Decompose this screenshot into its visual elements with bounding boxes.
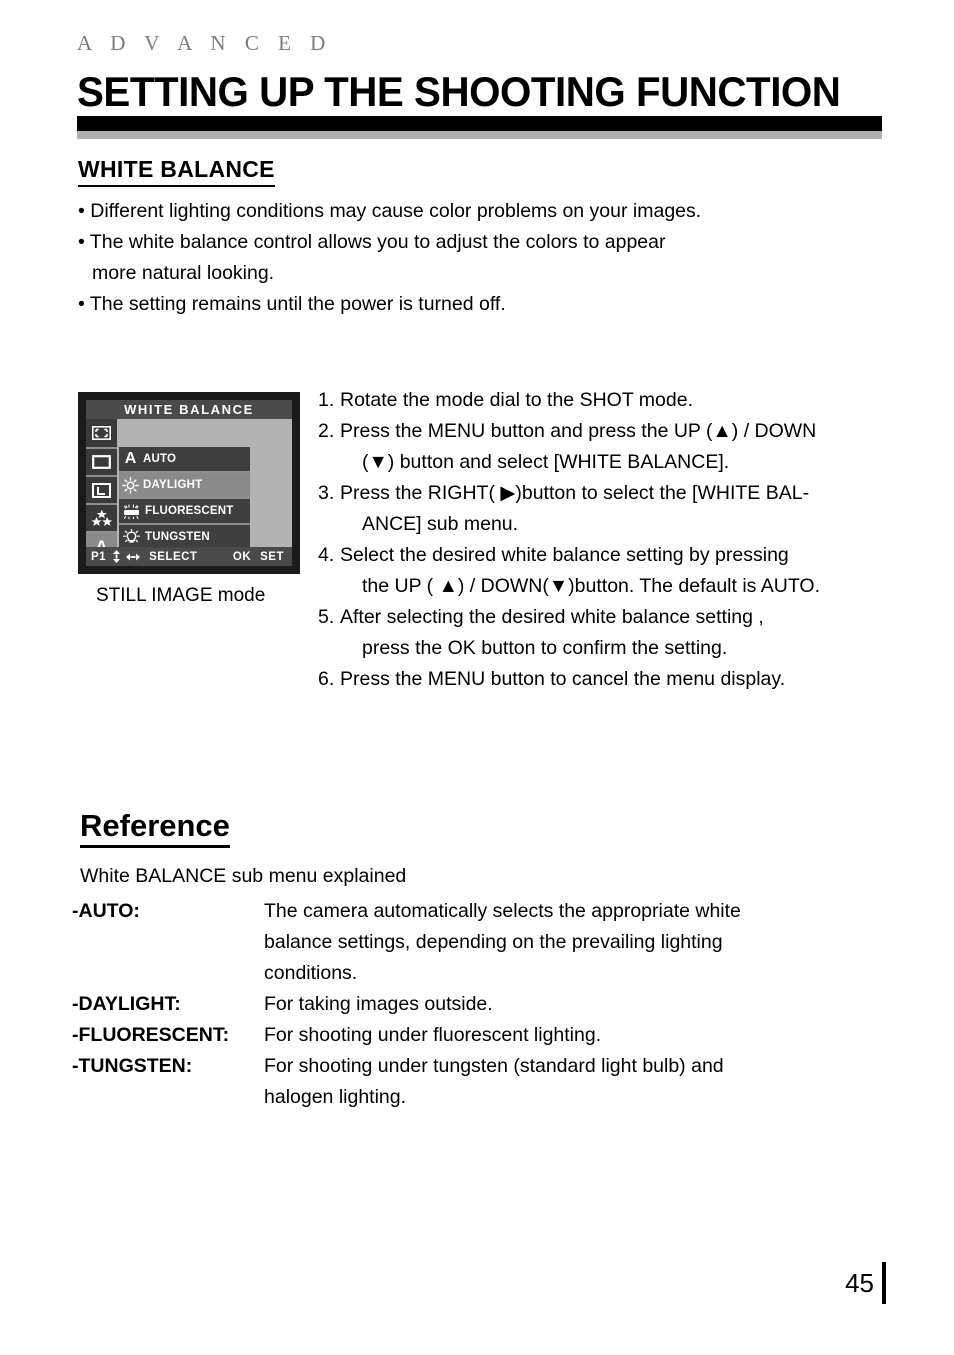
lcd-menu-item-label: DAYLIGHT	[143, 479, 203, 491]
reference-intro: White BALANCE sub menu explained	[80, 865, 407, 887]
step-text: After selecting the desired white balanc…	[340, 602, 898, 664]
lcd-footer-bar: P1 SELECT OK SET	[86, 547, 292, 566]
step-number: 6.	[318, 668, 335, 690]
page-number-rule	[882, 1262, 886, 1304]
step-text-line: Select the desired white balance setting…	[340, 544, 789, 566]
step-item: 1. Rotate the mode dial to the SHOT mode…	[318, 385, 898, 416]
lcd-title-bar: WHITE BALANCE	[86, 400, 292, 419]
reference-term: -FLUORESCENT:	[72, 1024, 230, 1046]
manual-page: A D V A N C E D SETTING UP THE SHOOTING …	[0, 0, 954, 1355]
framing-marks-icon	[86, 419, 117, 449]
step-text-continued: press the OK button to confirm the setti…	[362, 637, 728, 659]
header-rule-gray	[77, 131, 882, 139]
section-kicker: A D V A N C E D	[77, 31, 333, 55]
camera-lcd-screen: WHITE BALANCE A A AUTO DAYLIGHT FLUORESC…	[78, 392, 300, 574]
reference-row: -FLUORESCENT: For shooting under fluores…	[72, 1020, 892, 1051]
fluorescent-tube-icon	[122, 503, 141, 519]
image-quality-icon	[86, 477, 117, 505]
reference-definition: For shooting under fluorescent lighting.	[264, 1024, 602, 1046]
three-stars-icon	[86, 505, 117, 533]
step-text-continued: the UP ( ▲) / DOWN(▼)button. The default…	[362, 575, 821, 597]
up-down-arrows-icon	[112, 550, 121, 563]
step-item: 2. Press the MENU button and press the U…	[318, 416, 898, 478]
lcd-icon-column: A	[86, 419, 117, 561]
lcd-menu-item-auto[interactable]: A AUTO	[119, 447, 250, 473]
lcd-menu-list: A AUTO DAYLIGHT FLUORESCENT TUNGSTEN	[119, 447, 250, 551]
reference-row: -AUTO: The camera automatically selects …	[72, 896, 892, 989]
letter-a-icon: A	[124, 450, 137, 467]
bullet-item: • The setting remains until the power is…	[78, 293, 506, 315]
lcd-caption: STILL IMAGE mode	[96, 585, 266, 606]
step-text: Press the MENU button and press the UP (…	[340, 416, 898, 478]
reference-definition-line: conditions.	[264, 962, 358, 984]
page-title: SETTING UP THE SHOOTING FUNCTION	[77, 68, 841, 115]
reference-definition: For shooting under tungsten (standard li…	[264, 1051, 892, 1113]
reference-heading: Reference	[80, 808, 230, 848]
reference-definition-line: The camera automatically selects the app…	[264, 900, 741, 922]
section-heading: WHITE BALANCE	[78, 156, 275, 187]
step-text-line: Press the MENU button and press the UP (…	[340, 420, 817, 442]
bullet-item: • Different lighting conditions may caus…	[78, 200, 702, 222]
bullet-item: • The white balance control allows you t…	[78, 231, 666, 253]
reference-definition-line: halogen lighting.	[264, 1086, 407, 1108]
reference-definition-list: -AUTO: The camera automatically selects …	[72, 896, 892, 1113]
step-number: 3.	[318, 482, 335, 504]
step-text: Select the desired white balance setting…	[340, 540, 898, 602]
step-text: Rotate the mode dial to the SHOT mode.	[340, 389, 693, 411]
lcd-ok-label: OK	[232, 550, 252, 563]
left-right-arrows-icon	[126, 552, 141, 562]
lcd-menu-item-label: TUNGSTEN	[145, 531, 210, 543]
step-number: 5.	[318, 606, 335, 628]
reference-definition: The camera automatically selects the app…	[264, 896, 892, 989]
reference-definition: For taking images outside.	[264, 993, 493, 1015]
lcd-page-indicator: P1	[91, 550, 107, 563]
light-bulb-icon	[122, 528, 141, 546]
lcd-menu-item-fluorescent[interactable]: FLUORESCENT	[119, 499, 250, 525]
reference-definition-line: For shooting under tungsten (standard li…	[264, 1055, 724, 1077]
header-rule-black	[77, 116, 882, 131]
lcd-menu-item-daylight[interactable]: DAYLIGHT	[119, 473, 250, 499]
step-number: 4.	[318, 544, 335, 566]
reference-term: -DAYLIGHT:	[72, 993, 181, 1015]
lcd-set-label: SET	[260, 550, 284, 563]
lcd-menu-item-label: AUTO	[143, 453, 177, 465]
step-text-line: After selecting the desired white balanc…	[340, 606, 764, 628]
step-text-continued: ANCE] sub menu.	[362, 513, 519, 535]
bullet-item-continued: more natural looking.	[92, 262, 275, 284]
reference-row: -TUNGSTEN: For shooting under tungsten (…	[72, 1051, 892, 1113]
step-number: 1.	[318, 389, 335, 411]
lcd-illustration: WHITE BALANCE A A AUTO DAYLIGHT FLUORESC…	[78, 392, 300, 574]
step-item: 6. Press the MENU button to cancel the m…	[318, 664, 898, 695]
reference-definition-line: balance settings, depending on the preva…	[264, 931, 723, 953]
reference-term: -AUTO:	[72, 900, 140, 922]
step-item: 3. Press the RIGHT( ▶)button to select t…	[318, 478, 898, 540]
step-text-line: Press the RIGHT( ▶)button to select the …	[340, 482, 810, 504]
sun-icon	[122, 476, 139, 494]
step-item: 4. Select the desired white balance sett…	[318, 540, 898, 602]
step-text: Press the MENU button to cancel the menu…	[340, 668, 786, 690]
step-item: 5. After selecting the desired white bal…	[318, 602, 898, 664]
step-text: Press the RIGHT( ▶)button to select the …	[340, 478, 898, 540]
step-number: 2.	[318, 420, 335, 442]
lcd-body: A A AUTO DAYLIGHT FLUORESCENT TUNGSTEN	[86, 419, 292, 561]
image-size-icon	[86, 449, 117, 477]
lcd-inner-area: WHITE BALANCE A A AUTO DAYLIGHT FLUORESC…	[86, 400, 292, 566]
page-number: 45	[845, 1268, 874, 1298]
reference-row: -DAYLIGHT: For taking images outside.	[72, 989, 892, 1020]
lcd-select-label: SELECT	[149, 550, 198, 563]
reference-term: -TUNGSTEN:	[72, 1055, 193, 1077]
instruction-steps: 1. Rotate the mode dial to the SHOT mode…	[318, 385, 898, 695]
section-bullets: • Different lighting conditions may caus…	[78, 196, 878, 320]
lcd-menu-item-label: FLUORESCENT	[145, 505, 234, 517]
step-text-continued: (▼) button and select [WHITE BALANCE].	[362, 451, 730, 473]
